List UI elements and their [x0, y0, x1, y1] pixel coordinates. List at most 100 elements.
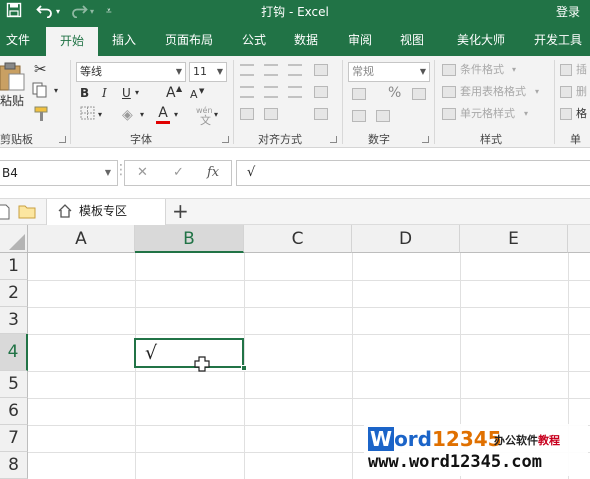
- grid-line: [28, 371, 590, 372]
- align-middle-icon[interactable]: [264, 64, 278, 76]
- orientation-icon[interactable]: [314, 64, 328, 76]
- login-link[interactable]: 登录: [556, 0, 580, 24]
- clipboard-dialog-launcher-icon[interactable]: [59, 136, 66, 143]
- tab-home[interactable]: 开始: [46, 27, 98, 56]
- document-tab-bar: 模板专区 +: [0, 198, 590, 225]
- font-dialog-launcher-icon[interactable]: [222, 136, 229, 143]
- watermark-url: www.word12345.com: [368, 452, 542, 472]
- select-all-button[interactable]: [0, 225, 28, 253]
- copy-icon[interactable]: [32, 82, 50, 103]
- decrease-decimal-icon[interactable]: [376, 110, 390, 122]
- cell-styles-button[interactable]: 单元格样式: [460, 105, 515, 123]
- ribbon-tabs: 文件 开始 插入 页面布局 公式 数据 审阅 视图 美化大师 开发工具: [0, 24, 590, 56]
- tab-view[interactable]: 视图: [390, 24, 434, 56]
- column-header-a[interactable]: A: [28, 225, 135, 253]
- number-format-select[interactable]: 常规 ▼: [348, 62, 430, 82]
- column-header-d[interactable]: D: [352, 225, 460, 253]
- add-tab-button[interactable]: +: [172, 199, 189, 223]
- format-cells-button[interactable]: 格: [576, 105, 587, 123]
- delete-cells-button[interactable]: 删: [576, 83, 587, 101]
- tab-page-layout[interactable]: 页面布局: [156, 24, 222, 56]
- format-as-table-icon: [442, 86, 456, 98]
- fill-handle[interactable]: [241, 365, 247, 371]
- underline-button[interactable]: U: [122, 84, 131, 102]
- paste-icon[interactable]: [0, 62, 26, 95]
- increase-indent-icon[interactable]: [264, 108, 278, 120]
- font-color-button[interactable]: A: [156, 104, 170, 124]
- percent-button[interactable]: %: [388, 84, 401, 102]
- bold-button[interactable]: B: [80, 84, 89, 102]
- chevron-down-icon: ▾: [524, 109, 529, 118]
- decrease-indent-icon[interactable]: [240, 108, 254, 120]
- row-header-1[interactable]: 1: [0, 253, 28, 280]
- underline-dropdown-icon[interactable]: ▾: [135, 84, 139, 102]
- tab-formulas[interactable]: 公式: [232, 24, 276, 56]
- watermark-tagline-red: 教程: [538, 434, 560, 447]
- format-painter-icon[interactable]: [34, 106, 50, 127]
- cell-cursor-icon: [194, 356, 210, 375]
- font-size-select[interactable]: 11 ▼: [189, 62, 227, 82]
- border-dropdown-icon[interactable]: ▾: [98, 106, 102, 124]
- align-right-icon[interactable]: [288, 86, 302, 98]
- watermark-logo-number: 12345: [431, 427, 502, 451]
- grow-font-button[interactable]: A: [166, 84, 176, 102]
- cell-b4[interactable]: √: [134, 338, 244, 368]
- tab-beautify-master[interactable]: 美化大师: [446, 24, 516, 56]
- row-header-3[interactable]: 3: [0, 307, 28, 334]
- row-header-7[interactable]: 7: [0, 425, 28, 452]
- comma-style-icon[interactable]: [412, 88, 426, 100]
- new-file-icon[interactable]: [0, 204, 10, 223]
- row-header-6[interactable]: 6: [0, 398, 28, 425]
- conditional-formatting-button[interactable]: 条件格式: [460, 61, 504, 79]
- chevron-down-icon: ▾: [512, 65, 517, 74]
- tab-insert[interactable]: 插入: [102, 24, 146, 56]
- align-center-icon[interactable]: [264, 86, 278, 98]
- fill-color-dropdown-icon[interactable]: ▾: [140, 106, 144, 124]
- row-header-4[interactable]: 4: [0, 334, 28, 371]
- paste-button[interactable]: 粘贴: [0, 92, 24, 110]
- template-zone-label: 模板专区: [79, 204, 128, 218]
- tab-data[interactable]: 数据: [284, 24, 328, 56]
- tab-developer[interactable]: 开发工具: [526, 24, 590, 56]
- copy-dropdown-icon[interactable]: ▾: [54, 82, 58, 100]
- number-group-label: 数字: [368, 133, 390, 146]
- tab-review[interactable]: 审阅: [338, 24, 382, 56]
- border-icon[interactable]: [80, 106, 96, 125]
- font-name-select[interactable]: 等线 ▼: [76, 62, 186, 82]
- insert-cells-button[interactable]: 插: [576, 61, 587, 79]
- currency-icon[interactable]: [352, 88, 366, 100]
- format-cells-icon: [560, 108, 572, 120]
- increase-decimal-icon[interactable]: [352, 110, 366, 122]
- formula-input[interactable]: √: [236, 160, 590, 186]
- tab-file[interactable]: 文件: [0, 24, 36, 56]
- grid-line: [28, 307, 590, 308]
- italic-button[interactable]: I: [102, 84, 107, 102]
- align-left-icon[interactable]: [240, 86, 254, 98]
- row-header-2[interactable]: 2: [0, 280, 28, 307]
- column-header-c[interactable]: C: [244, 225, 352, 253]
- phonetic-dropdown-icon[interactable]: ▾: [214, 106, 218, 124]
- align-bottom-icon[interactable]: [288, 64, 302, 76]
- merge-center-icon[interactable]: [314, 108, 328, 120]
- cut-icon[interactable]: ✂: [34, 60, 47, 78]
- fill-color-icon[interactable]: ◈: [122, 106, 133, 124]
- number-dialog-launcher-icon[interactable]: [422, 136, 429, 143]
- template-zone-tab[interactable]: 模板专区: [46, 199, 166, 225]
- enter-icon[interactable]: ✓: [173, 165, 184, 180]
- phonetic-button[interactable]: 文: [200, 112, 211, 130]
- row-header-5[interactable]: 5: [0, 371, 28, 398]
- column-header-e[interactable]: E: [460, 225, 568, 253]
- name-box[interactable]: B4 ▼: [0, 160, 118, 186]
- row-header-8[interactable]: 8: [0, 452, 28, 479]
- folder-icon[interactable]: [18, 204, 36, 222]
- align-top-icon[interactable]: [240, 64, 254, 76]
- column-header-f[interactable]: [568, 225, 590, 253]
- format-as-table-button[interactable]: 套用表格格式: [460, 83, 526, 101]
- chevron-down-icon[interactable]: ▼: [105, 161, 111, 185]
- insert-function-icon[interactable]: fx: [207, 165, 219, 180]
- cancel-icon[interactable]: ✕: [137, 165, 148, 180]
- font-color-dropdown-icon[interactable]: ▾: [174, 106, 178, 124]
- column-header-b[interactable]: B: [135, 225, 244, 253]
- wrap-text-icon[interactable]: [314, 86, 328, 98]
- alignment-dialog-launcher-icon[interactable]: [330, 136, 337, 143]
